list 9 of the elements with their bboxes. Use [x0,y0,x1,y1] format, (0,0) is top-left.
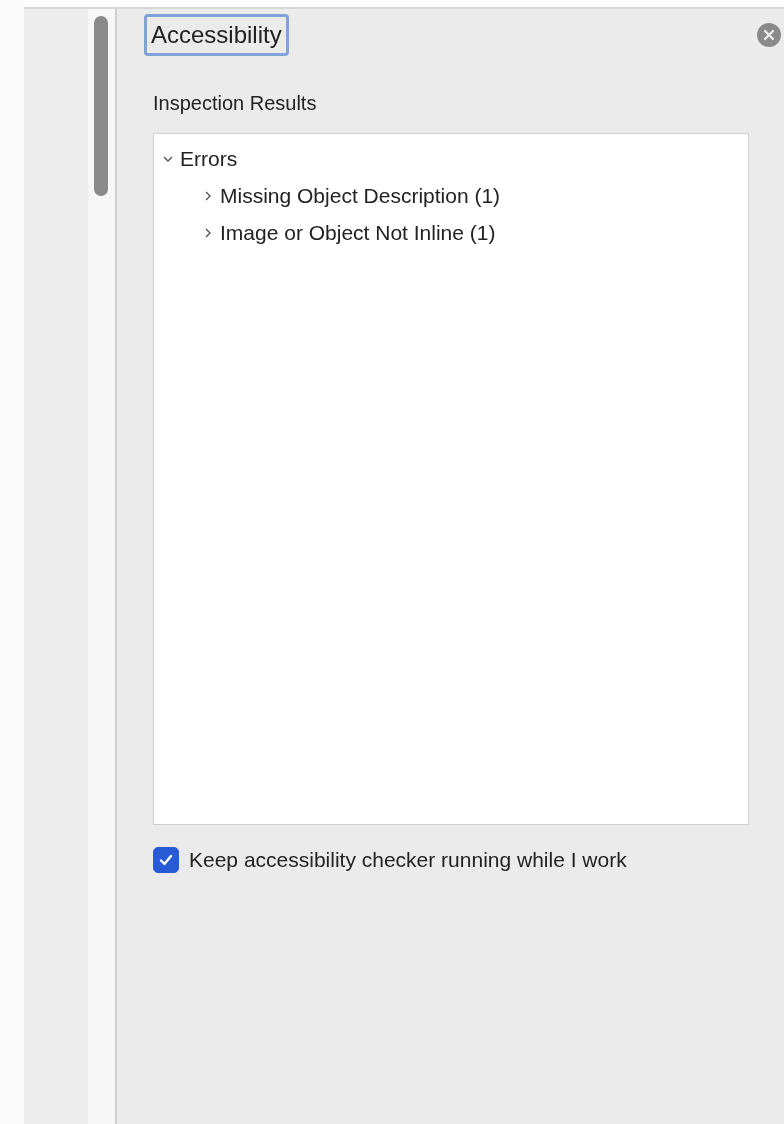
close-icon[interactable] [757,23,781,47]
checkbox-label: Keep accessibility checker running while I work [189,848,627,872]
checkbox[interactable] [153,847,179,873]
tree-item[interactable]: Image or Object Not Inline (1) [202,214,496,251]
tree-item[interactable]: Missing Object Description (1) [202,177,501,214]
panel-title: Accessibility [144,14,289,56]
section-label: Inspection Results [153,92,318,115]
scroll-thumb[interactable] [94,16,108,196]
tree-item[interactable]: Errors [162,140,238,177]
